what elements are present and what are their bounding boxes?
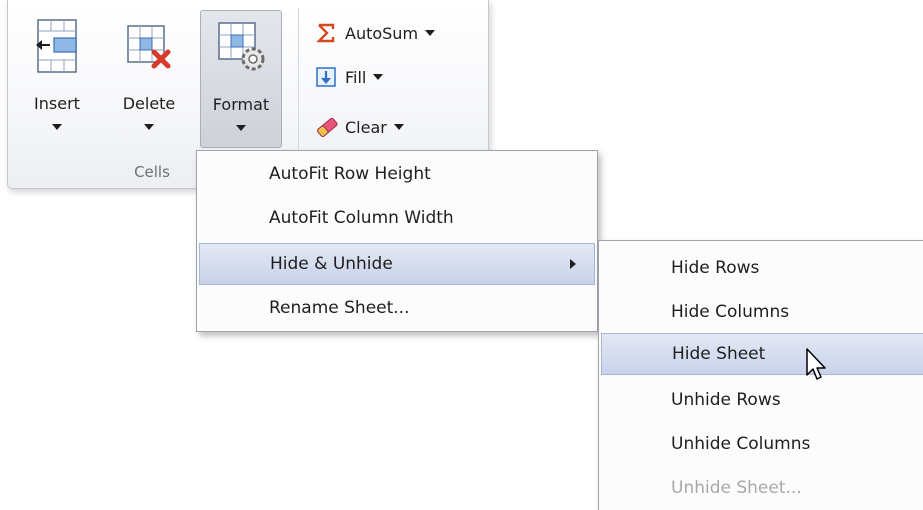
- autosum-button[interactable]: AutoSum: [315, 18, 436, 48]
- menu-item-label: Unhide Columns: [671, 434, 811, 454]
- menu-item-label: AutoFit Column Width: [269, 208, 454, 228]
- fill-down-arrow-icon: [315, 66, 337, 88]
- autosum-dropdown-arrow-icon[interactable]: [425, 30, 436, 36]
- screenshot-stage: Insert Delete Format Cells AutoSum Fill …: [0, 0, 923, 510]
- clear-dropdown-arrow-icon[interactable]: [393, 124, 404, 130]
- insert-dropdown-arrow-icon[interactable]: [52, 124, 62, 130]
- menu-item-rename-sheet[interactable]: Rename Sheet...: [199, 287, 595, 329]
- delete-dropdown-arrow-icon[interactable]: [144, 124, 154, 130]
- mouse-pointer-icon: [806, 348, 826, 380]
- hide-unhide-submenu: Hide Rows Hide Columns Hide Sheet Unhide…: [598, 240, 923, 510]
- menu-item-label: AutoFit Row Height: [269, 164, 431, 184]
- menu-item-label: Hide Columns: [671, 302, 790, 322]
- menu-item-label: Hide & Unhide: [270, 254, 393, 274]
- menu-item-hide-columns[interactable]: Hide Columns: [601, 291, 923, 333]
- insert-cells-icon: [36, 19, 77, 73]
- menu-item-hide-unhide[interactable]: Hide & Unhide: [199, 243, 595, 285]
- fill-button[interactable]: Fill: [315, 62, 384, 92]
- format-label: Format: [212, 95, 270, 114]
- menu-item-label: Rename Sheet...: [269, 298, 410, 318]
- delete-cells-icon: [127, 25, 171, 69]
- menu-item-unhide-rows[interactable]: Unhide Rows: [601, 379, 923, 421]
- sigma-icon: [315, 22, 337, 44]
- fill-dropdown-arrow-icon[interactable]: [373, 74, 384, 80]
- format-button[interactable]: Format: [200, 10, 282, 148]
- insert-label: Insert: [34, 94, 80, 113]
- eraser-icon: [315, 116, 338, 138]
- insert-button[interactable]: Insert: [16, 10, 98, 148]
- menu-item-label: Unhide Sheet...: [671, 478, 802, 498]
- menu-item-unhide-columns[interactable]: Unhide Columns: [601, 423, 923, 465]
- menu-item-autofit-column-width[interactable]: AutoFit Column Width: [199, 197, 595, 239]
- format-dropdown-menu: AutoFit Row Height AutoFit Column Width …: [196, 150, 598, 332]
- menu-item-autofit-row-height[interactable]: AutoFit Row Height: [199, 153, 595, 195]
- autosum-label: AutoSum: [345, 23, 419, 43]
- format-cells-gear-icon: [218, 22, 265, 71]
- clear-button[interactable]: Clear: [315, 112, 404, 142]
- menu-item-hide-rows[interactable]: Hide Rows: [601, 247, 923, 289]
- format-dropdown-arrow-icon[interactable]: [236, 125, 246, 131]
- delete-button[interactable]: Delete: [108, 10, 190, 148]
- fill-label: Fill: [345, 67, 367, 87]
- delete-label: Delete: [122, 94, 176, 113]
- clear-label: Clear: [345, 117, 387, 137]
- menu-item-label: Hide Sheet: [672, 344, 766, 364]
- menu-item-label: Unhide Rows: [671, 390, 781, 410]
- menu-item-unhide-sheet: Unhide Sheet...: [601, 467, 923, 509]
- menu-item-label: Hide Rows: [671, 258, 760, 278]
- menu-item-hide-sheet[interactable]: Hide Sheet: [601, 333, 923, 375]
- submenu-arrow-icon: [570, 259, 576, 269]
